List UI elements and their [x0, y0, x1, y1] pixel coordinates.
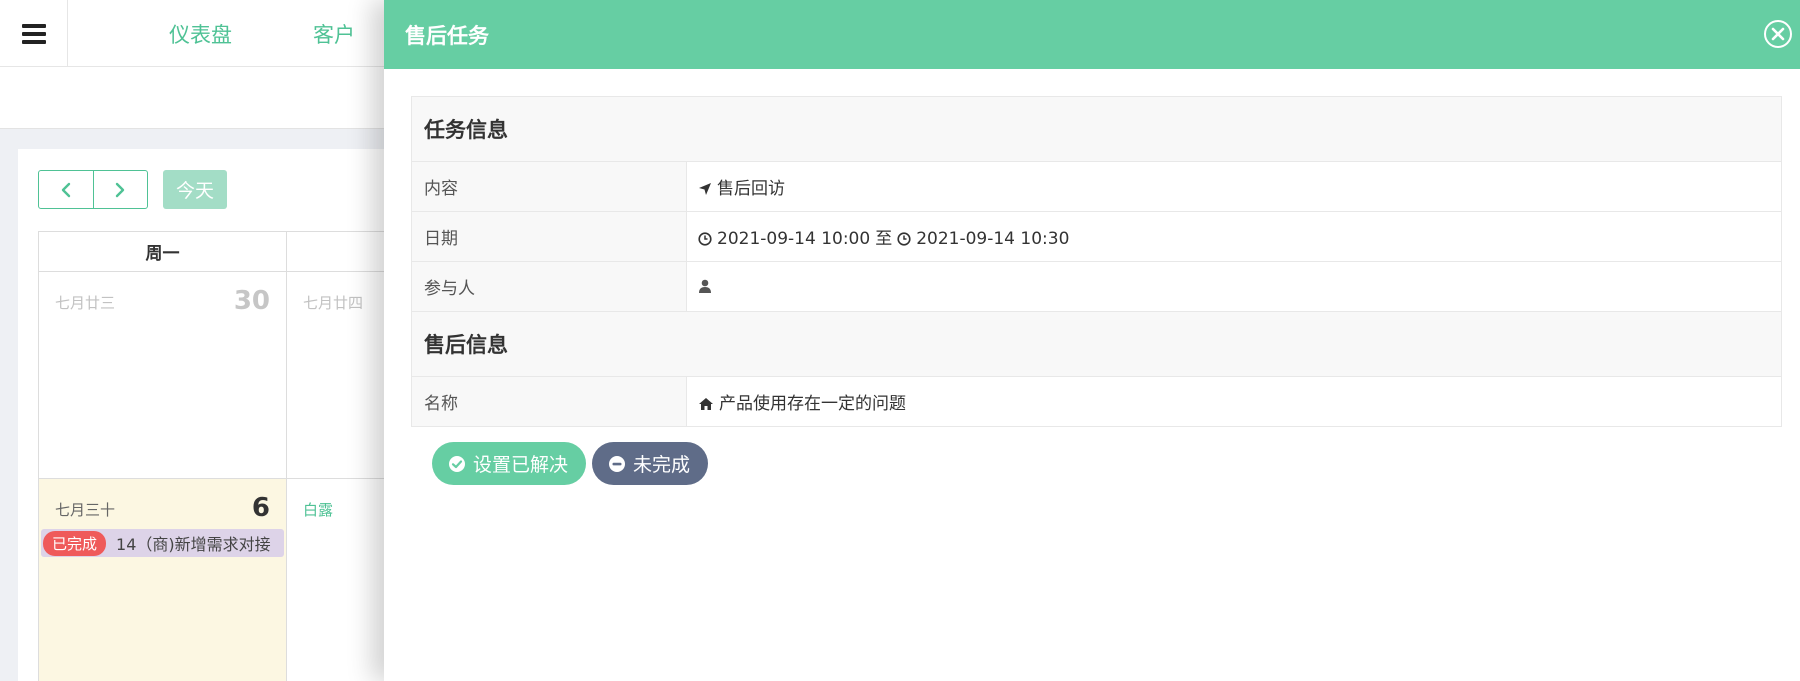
name-value: 产品使用存在一定的问题 [719, 394, 906, 414]
date-row: 日期 2021-09-14 10:00 至 2021-09-14 10:30 [411, 211, 1782, 262]
top-nav: 仪表盘 客户 [68, 0, 355, 67]
not-completed-label: 未完成 [633, 454, 691, 476]
not-completed-button[interactable]: 未完成 [592, 442, 709, 485]
calendar-event[interactable]: 已完成 14（商)新增需求对接 [41, 529, 284, 557]
lunar-date: 七月三十 [55, 501, 116, 519]
menu-toggle-button[interactable] [0, 0, 68, 67]
date-end: 2021-09-14 10:30 [916, 229, 1070, 249]
day-number: 6 [251, 493, 270, 523]
chevron-left-icon [61, 182, 70, 197]
status-badge: 已完成 [43, 530, 107, 556]
participants-label: 参与人 [411, 261, 687, 312]
day-number: 30 [233, 286, 270, 316]
participants-row: 参与人 [411, 261, 1782, 312]
date-start: 2021-09-14 10:00 [717, 229, 871, 249]
location-arrow-icon [699, 183, 711, 195]
prev-button[interactable] [39, 171, 93, 208]
content-label: 内容 [411, 161, 687, 212]
task-info-table: 任务信息 内容 售后回访 日期 2021-09-14 10:00 至 2021-09… [411, 96, 1782, 427]
nav-dashboard[interactable]: 仪表盘 [169, 19, 232, 49]
section-heading-row: 任务信息 [411, 96, 1782, 162]
date-value-cell: 2021-09-14 10:00 至 2021-09-14 10:30 [686, 211, 1782, 262]
date-separator: 至 [875, 229, 893, 249]
section-heading-row: 售后信息 [411, 311, 1782, 377]
name-label: 名称 [411, 376, 687, 427]
name-value-cell: 产品使用存在一定的问题 [686, 376, 1782, 427]
minus-circle-icon [609, 455, 626, 472]
today-button[interactable]: 今天 [163, 170, 227, 209]
set-resolved-label: 设置已解决 [473, 454, 569, 476]
home-icon [699, 398, 713, 410]
aftersale-task-drawer: 售后任务 任务信息 内容 售后回访 日期 2021-09-14 10:00 至 20… [384, 0, 1800, 681]
date-label: 日期 [411, 211, 687, 262]
action-buttons: 设置已解决 未完成 [432, 442, 709, 485]
aftersale-info-heading: 售后信息 [411, 311, 1782, 377]
lunar-date: 七月廿三 [55, 294, 116, 312]
nav-customers[interactable]: 客户 [313, 19, 355, 49]
event-title: 14（商)新增需求对接 [116, 535, 271, 554]
clock-icon [897, 232, 911, 246]
user-icon [699, 279, 711, 293]
calendar-nav-group [38, 170, 148, 209]
clock-icon [698, 232, 712, 246]
participants-value-cell [686, 261, 1782, 312]
close-icon[interactable] [1762, 18, 1794, 50]
weekday-monday: 周一 [39, 232, 287, 271]
content-value-cell: 售后回访 [686, 161, 1782, 212]
next-button[interactable] [92, 171, 148, 208]
set-resolved-button[interactable]: 设置已解决 [432, 442, 587, 485]
drawer-title: 售后任务 [405, 23, 489, 48]
day-cell-today[interactable]: 七月三十 6 已完成 14（商)新增需求对接 [39, 479, 287, 681]
content-value: 售后回访 [717, 179, 785, 199]
chevron-right-icon [116, 182, 125, 197]
name-row: 名称 产品使用存在一定的问题 [411, 376, 1782, 427]
task-info-heading: 任务信息 [411, 96, 1782, 162]
lunar-date: 七月廿四 [303, 294, 364, 312]
solar-term: 白露 [303, 501, 334, 519]
drawer-header: 售后任务 [384, 0, 1800, 69]
check-circle-icon [449, 455, 465, 472]
day-cell[interactable]: 七月廿三 30 [39, 272, 287, 478]
menu-icon [21, 23, 46, 44]
content-row: 内容 售后回访 [411, 161, 1782, 212]
